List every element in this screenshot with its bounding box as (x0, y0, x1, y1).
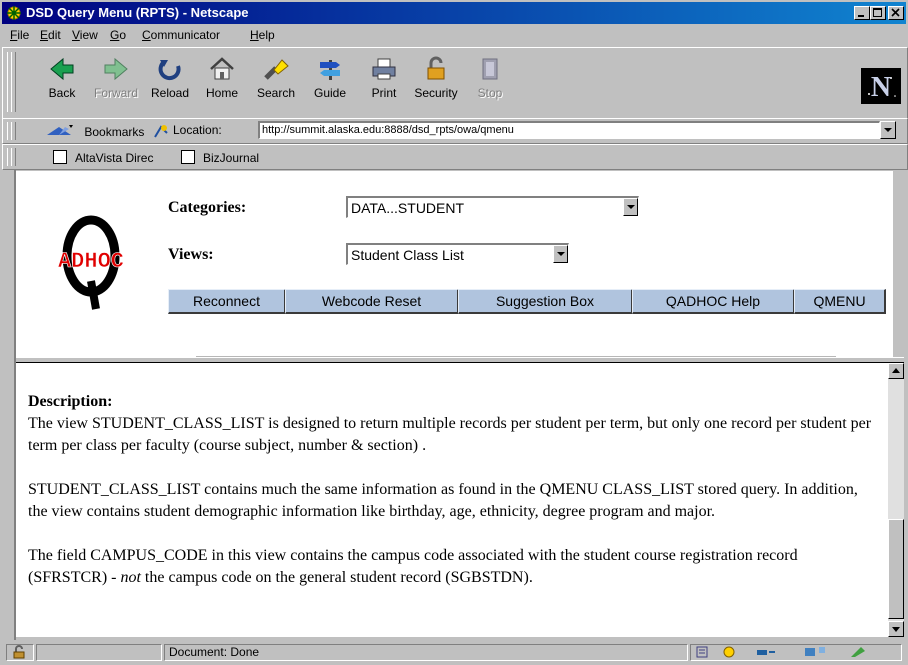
description-heading: Description: (28, 393, 113, 410)
description-paragraph-1: The view STUDENT_CLASS_LIST is designed … (28, 415, 872, 454)
reload-button[interactable]: Reload (143, 54, 197, 108)
menu-communicator[interactable]: Communicator (142, 28, 220, 42)
scroll-down-button[interactable] (888, 621, 904, 637)
bookmarks-button[interactable]: Bookmarks (45, 123, 144, 139)
chevron-down-icon (892, 627, 900, 632)
clipped-text-line (196, 347, 836, 357)
search-button[interactable]: Search (249, 54, 303, 108)
description-text: Description: The view STUDENT_CLASS_LIST… (28, 391, 878, 611)
query-menu-frame: ADHOC Categories: DATA...STUDENT Views: … (16, 171, 893, 357)
stop-icon (482, 58, 498, 80)
scroll-thumb[interactable] (888, 519, 904, 619)
page-proxy-icon[interactable] (153, 123, 169, 139)
toolbar-grip[interactable] (7, 52, 16, 112)
reload-icon (158, 60, 181, 81)
printer-icon (372, 58, 396, 80)
url-dropdown-button[interactable] (880, 121, 896, 139)
title-bar[interactable]: DSD Query Menu (RPTS) - Netscape (2, 2, 906, 24)
status-bar: Document: Done (2, 642, 906, 663)
netscape-app-icon (7, 6, 21, 20)
navigation-toolbar: Back Forward Reload Home Search Guide Pr… (2, 47, 908, 119)
forward-arrow-icon (104, 57, 128, 81)
qmenu-button[interactable]: QMENU (794, 289, 886, 314)
svg-text:ADHOC: ADHOC (58, 249, 124, 274)
bookmark-bizjournal[interactable]: BizJournal (181, 150, 259, 165)
chevron-down-icon (884, 128, 892, 132)
padlock-icon (13, 645, 25, 659)
bookmark-altavista[interactable]: AltaVista Direc (53, 150, 153, 165)
chevron-up-icon (892, 368, 900, 373)
scroll-up-button[interactable] (888, 363, 904, 379)
stop-button[interactable]: Stop (463, 54, 517, 108)
home-icon (210, 57, 234, 80)
maximize-button[interactable] (870, 6, 886, 20)
netscape-logo[interactable]: N (861, 68, 901, 104)
suggestion-box-button[interactable]: Suggestion Box (458, 289, 633, 314)
menu-view[interactable]: View (72, 28, 98, 42)
back-arrow-icon (50, 57, 74, 81)
location-label: Location: (173, 123, 222, 137)
padlock-icon (427, 56, 445, 80)
description-paragraph-3: The field CAMPUS_CODE in this view conta… (28, 547, 798, 586)
minimize-button[interactable] (854, 6, 870, 20)
vertical-scrollbar[interactable] (888, 363, 904, 637)
progress-box (36, 644, 162, 661)
frame-right-border (893, 171, 904, 357)
back-button[interactable]: Back (35, 54, 89, 108)
menu-bar: File Edit View Go Communicator Help (2, 25, 906, 45)
views-value: Student Class List (351, 247, 464, 263)
minimize-icon (858, 15, 864, 17)
clipped-text-fragment (196, 356, 836, 357)
bookmarks-icon (47, 125, 73, 135)
guide-button[interactable]: Guide (303, 54, 357, 108)
guide-signpost-icon (320, 60, 340, 80)
close-button[interactable] (888, 6, 904, 20)
component-icons (696, 646, 865, 658)
forward-button[interactable]: Forward (89, 54, 143, 108)
security-status[interactable] (6, 644, 34, 661)
status-text: Document: Done (164, 644, 688, 661)
personal-toolbar: AltaVista Direc BizJournal (2, 144, 908, 170)
menu-edit[interactable]: Edit (40, 28, 61, 42)
home-button[interactable]: Home (195, 54, 249, 108)
security-button[interactable]: Security (409, 54, 463, 108)
q-logo-icon: ADHOC (58, 215, 124, 310)
bookmark-page-icon (181, 150, 195, 164)
categories-label: Categories: (168, 199, 247, 216)
menu-help[interactable]: Help (250, 28, 275, 42)
qadhoc-logo: ADHOC (36, 211, 146, 311)
url-input[interactable]: http://summit.alaska.edu:8888/dsd_rpts/o… (258, 121, 880, 139)
bookmark-page-icon (53, 150, 67, 164)
description-paragraph-2: STUDENT_CLASS_LIST contains much the sam… (28, 481, 858, 520)
window-left-border (2, 170, 14, 640)
menu-go[interactable]: Go (110, 28, 126, 42)
views-select[interactable]: Student Class List (346, 243, 569, 265)
chevron-down-icon[interactable] (623, 198, 638, 216)
window-title: DSD Query Menu (RPTS) - Netscape (26, 5, 249, 20)
search-flashlight-icon (264, 59, 289, 80)
description-frame: Description: The view STUDENT_CLASS_LIST… (16, 363, 888, 637)
reconnect-button[interactable]: Reconnect (168, 289, 286, 314)
menu-file[interactable]: File (10, 28, 29, 42)
views-label: Views: (168, 246, 214, 263)
chevron-down-icon[interactable] (553, 245, 568, 263)
maximize-icon (873, 8, 882, 17)
webcode-reset-button[interactable]: Webcode Reset (285, 289, 459, 314)
component-bar (690, 644, 902, 661)
print-button[interactable]: Print (357, 54, 411, 108)
personal-grip[interactable] (7, 148, 16, 166)
close-icon (891, 8, 900, 17)
location-grip[interactable] (7, 122, 16, 140)
categories-value: DATA...STUDENT (351, 200, 465, 216)
categories-select[interactable]: DATA...STUDENT (346, 196, 639, 218)
qadhoc-help-button[interactable]: QADHOC Help (632, 289, 795, 314)
netscape-n-icon: N (861, 68, 901, 104)
svg-text:N: N (871, 72, 891, 103)
location-toolbar: Bookmarks Location: http://summit.alaska… (2, 118, 908, 144)
